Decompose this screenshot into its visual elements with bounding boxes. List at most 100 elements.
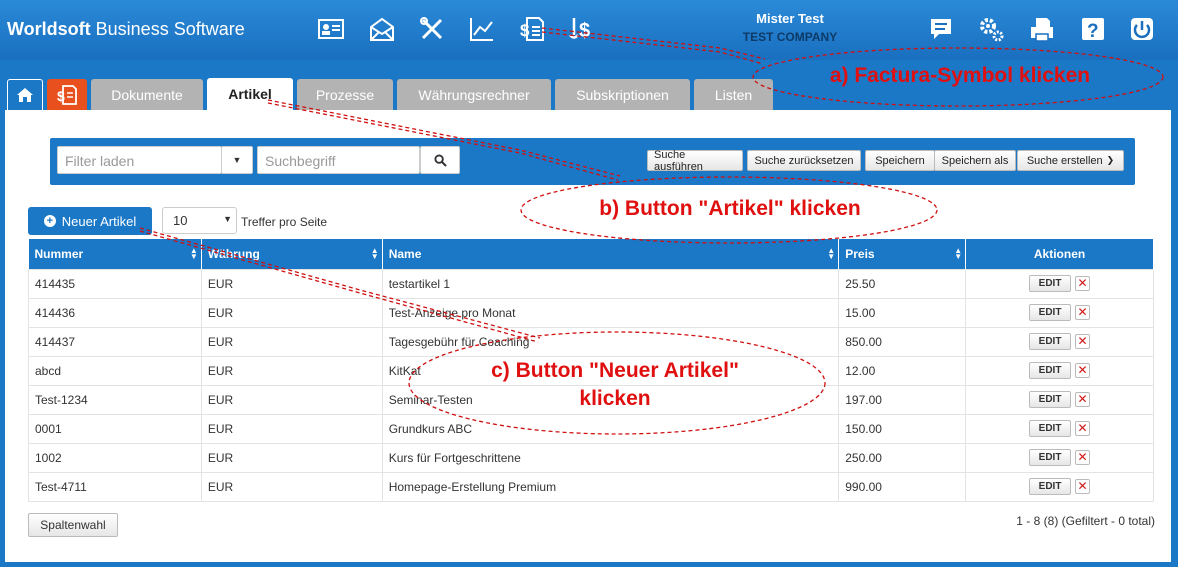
edit-button[interactable]: EDIT <box>1029 362 1072 379</box>
filter-load-select[interactable]: Filter laden <box>57 146 222 174</box>
print-icon[interactable] <box>1026 14 1058 44</box>
reset-search-button[interactable]: Suche zurücksetzen <box>747 150 861 171</box>
edit-button[interactable]: EDIT <box>1029 478 1072 495</box>
svg-text:$: $ <box>579 20 590 42</box>
edit-button[interactable]: EDIT <box>1029 304 1072 321</box>
column-chooser-button[interactable]: Spaltenwahl <box>28 513 118 537</box>
cell-currency: EUR <box>200 413 383 444</box>
tab-dokumente[interactable]: Dokumente <box>91 79 203 110</box>
edit-button[interactable]: EDIT <box>1029 420 1072 437</box>
tab-waehrungsrechner[interactable]: Währungsrechner <box>397 79 551 110</box>
cell-currency: EUR <box>200 442 383 473</box>
filter-bar: Filter laden ▼ Suchbegriff Suche ausführ… <box>50 138 1135 185</box>
user-name: Mister Test <box>756 11 824 26</box>
per-page-select[interactable]: 10 ▼ <box>162 207 237 234</box>
cell-name: Homepage-Erstellung Premium <box>381 471 840 502</box>
search-input[interactable]: Suchbegriff <box>257 146 420 174</box>
column-header-price[interactable]: Preis ▲ ▼ <box>838 239 967 269</box>
brand-logo[interactable]: Worldsoft Business Software <box>7 19 245 40</box>
currency-dollar-icon[interactable]: $ <box>566 14 598 44</box>
app-header: Worldsoft Business Software $ $ Mister T… <box>0 0 1178 60</box>
search-button[interactable] <box>420 146 460 174</box>
cell-number: 1002 <box>28 442 202 473</box>
filter-dropdown-button[interactable]: ▼ <box>221 146 253 174</box>
cell-currency: EUR <box>200 326 383 357</box>
sort-icon: ▲ ▼ <box>189 246 198 261</box>
delete-icon[interactable]: ✕ <box>1075 363 1091 378</box>
table-row: 414436 EUR Test-Anzeige pro Monat 15.00 EDIT… <box>28 297 1154 328</box>
cell-number: abcd <box>28 355 202 386</box>
delete-icon[interactable]: ✕ <box>1075 305 1091 320</box>
cell-currency: EUR <box>200 268 383 299</box>
brand-rest: Business Software <box>90 19 245 39</box>
table-row: 414437 EUR Tagesgebühr für Coaching 850.00 E… <box>28 326 1154 357</box>
cell-actions: EDIT ✕ <box>965 413 1154 444</box>
tab-factura[interactable]: $ <box>47 79 87 110</box>
delete-icon[interactable]: ✕ <box>1075 334 1091 349</box>
chat-message-icon[interactable] <box>925 14 957 44</box>
logout-power-icon[interactable] <box>1126 14 1158 44</box>
cell-actions: EDIT ✕ <box>965 471 1154 502</box>
brand-bold: Worldsoft <box>7 19 91 39</box>
new-article-button[interactable]: + Neuer Artikel <box>28 207 152 235</box>
callout-text-c: c) Button "Neuer Artikel" klicken <box>440 357 790 413</box>
tab-subskriptionen[interactable]: Subskriptionen <box>555 79 690 110</box>
svg-text:?: ? <box>1087 21 1099 42</box>
caret-down-icon: ▼ <box>223 214 232 224</box>
factura-icon[interactable]: $ <box>516 14 548 44</box>
column-header-currency[interactable]: Währung ▲ ▼ <box>201 239 383 269</box>
run-search-button[interactable]: Suche ausführen <box>647 149 743 173</box>
cell-number: 414435 <box>28 268 202 299</box>
company-name: TEST COMPANY <box>742 30 838 44</box>
cell-name: Tagesgebühr für Coaching <box>381 326 840 357</box>
callout-text-c-line2: klicken <box>579 387 651 410</box>
cell-name: Grundkurs ABC <box>381 413 840 444</box>
cell-name: Test-Anzeige pro Monat <box>381 297 840 328</box>
edit-button[interactable]: EDIT <box>1029 391 1072 408</box>
tab-home[interactable] <box>7 79 43 110</box>
help-icon[interactable]: ? <box>1077 14 1109 44</box>
user-info: Mister Test TEST COMPANY <box>720 11 860 44</box>
cell-name: Kurs für Fortgeschrittene <box>381 442 840 473</box>
tab-artikel[interactable]: Artikel <box>207 78 293 110</box>
delete-icon[interactable]: ✕ <box>1075 450 1091 465</box>
cell-price: 250.00 <box>838 442 967 473</box>
delete-icon[interactable]: ✕ <box>1075 421 1091 436</box>
main-content: Filter laden ▼ Suchbegriff Suche ausführ… <box>5 110 1171 562</box>
cell-currency: EUR <box>200 355 383 386</box>
table-row: Test-4711 EUR Homepage-Erstellung Premium 9… <box>28 471 1154 502</box>
sort-icon: ▲ ▼ <box>827 246 836 261</box>
column-header-name[interactable]: Name ▲ ▼ <box>382 239 840 269</box>
cell-price: 990.00 <box>838 471 967 502</box>
mail-envelope-icon[interactable] <box>366 14 398 44</box>
save-search-button[interactable]: Speichern <box>865 150 935 171</box>
delete-icon[interactable]: ✕ <box>1075 479 1091 494</box>
delete-icon[interactable]: ✕ <box>1075 392 1091 407</box>
edit-button[interactable]: EDIT <box>1029 333 1072 350</box>
column-header-label: Name <box>388 246 422 261</box>
new-article-label: Neuer Artikel <box>61 213 137 229</box>
delete-icon[interactable]: ✕ <box>1075 276 1091 291</box>
create-search-button[interactable]: Suche erstellen ❯ <box>1017 150 1124 171</box>
callout-text-a: a) Factura-Symbol klicken <box>829 64 1091 87</box>
tab-listen[interactable]: Listen <box>694 79 773 110</box>
contacts-card-icon[interactable] <box>315 14 347 44</box>
chart-icon[interactable] <box>466 14 498 44</box>
cell-price: 25.50 <box>838 268 967 299</box>
edit-button[interactable]: EDIT <box>1029 449 1072 466</box>
edit-button[interactable]: EDIT <box>1029 275 1072 292</box>
settings-gears-icon[interactable] <box>976 14 1008 44</box>
column-header-number[interactable]: Nummer ▲ ▼ <box>28 239 202 269</box>
cell-price: 850.00 <box>838 326 967 357</box>
sort-icon: ▲ ▼ <box>370 246 379 261</box>
cell-actions: EDIT ✕ <box>965 297 1154 328</box>
callout-text-c-line1: c) Button "Neuer Artikel" <box>491 359 739 382</box>
tab-prozesse[interactable]: Prozesse <box>297 79 393 110</box>
svg-text:$: $ <box>57 88 65 104</box>
cell-actions: EDIT ✕ <box>965 326 1154 357</box>
save-as-button[interactable]: Speichern als <box>934 150 1016 171</box>
tools-icon[interactable] <box>416 14 448 44</box>
cell-number: 0001 <box>28 413 202 444</box>
pagination-info: 1 - 8 (8) (Gefiltert - 0 total) <box>1016 514 1155 528</box>
search-icon <box>433 153 447 167</box>
